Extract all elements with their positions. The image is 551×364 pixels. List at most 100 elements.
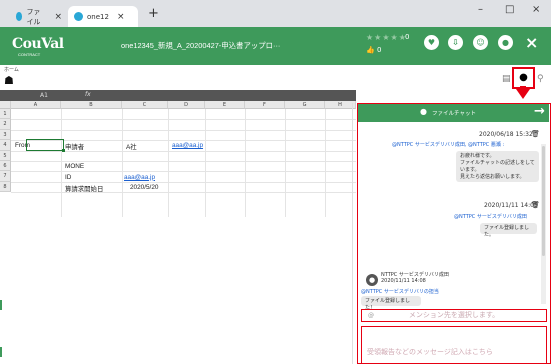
message-line: ファイルチャットの記述しをしています。 — [460, 160, 535, 173]
likes-count[interactable]: 👍 0 — [366, 46, 381, 54]
window-close-button[interactable]: × — [532, 4, 540, 15]
minimize-button[interactable]: – — [478, 4, 483, 15]
at-icon: @ — [368, 312, 374, 319]
column-header-c[interactable]: C — [122, 101, 168, 109]
message-line: 見えたら返信お願いします。 — [460, 174, 525, 180]
row-header[interactable]: 6 — [0, 161, 11, 172]
column-header-b[interactable]: B — [61, 101, 122, 109]
message-mentions[interactable]: @NTTPC サービスデリバリ成田, @NTTPC 悪瀬 : — [392, 141, 504, 148]
row-header[interactable]: 3 — [0, 129, 11, 141]
grid-line — [11, 171, 356, 173]
browser-tab-bar: ファイル × one12 × + – □ × — [0, 0, 551, 27]
app-logo-subtitle: CONTRACT — [18, 52, 41, 57]
home-icon[interactable]: ☗ — [4, 74, 14, 87]
cell-c3[interactable]: A社 — [126, 142, 137, 151]
new-tab-button[interactable]: + — [148, 6, 159, 21]
column-header-g[interactable]: G — [285, 101, 325, 109]
forward-arrow-button[interactable]: → — [534, 104, 545, 119]
grid-line — [325, 109, 326, 217]
row-header[interactable]: 8 — [0, 181, 11, 193]
fill-handle[interactable] — [62, 149, 65, 152]
column-header-a[interactable]: A — [11, 101, 61, 109]
row-header[interactable]: 1 — [0, 109, 11, 120]
message-time: 2020/11/11 14:05 — [484, 202, 538, 209]
avatar: ● — [366, 274, 378, 286]
edge-marker — [0, 347, 2, 357]
callout-arrow — [516, 89, 530, 99]
app-window: { "browser": { "tabs": [ {"label": "ファイル… — [0, 0, 551, 364]
cell-reference[interactable]: A1 — [40, 92, 48, 99]
likes-value: 0 — [376, 46, 382, 54]
cell-b5[interactable]: MONE — [65, 163, 84, 170]
rating-count: 0 — [405, 33, 410, 41]
grid-line — [11, 181, 356, 183]
chat-icon: ● — [519, 72, 528, 83]
search-icon[interactable]: ⚲ — [537, 74, 544, 84]
message-time: 2020/11/11 14:08 — [381, 278, 426, 284]
cell-b3[interactable]: 申請者 — [65, 142, 84, 151]
row-header[interactable]: 5 — [0, 150, 11, 161]
spreadsheet-grid[interactable]: A B C D E F G H 1 2 3 4 5 6 7 8 From 申請者… — [0, 101, 356, 217]
browser-tab-file[interactable]: ファイル × — [10, 6, 68, 27]
corner-header[interactable] — [0, 101, 11, 109]
message-sender: NTTPC サービスデリバリ成田 — [381, 272, 449, 278]
file-chat-panel: ● ファイルチャット → 2020/06/18 15:32 🗑 @NTTPC サ… — [357, 103, 551, 364]
grid-line — [11, 161, 356, 162]
chat-message-list[interactable]: 2020/06/18 15:32 🗑 @NTTPC サービスデリバリ成田, @N… — [358, 122, 549, 311]
fx-icon: fx — [85, 91, 91, 98]
formula-bar[interactable]: A1 fx — [0, 90, 356, 101]
cell-b6[interactable]: ID — [65, 174, 71, 181]
selected-cell-a1[interactable] — [26, 139, 64, 151]
tab-close-icon[interactable]: × — [117, 12, 125, 22]
row-header[interactable]: 4 — [0, 140, 11, 151]
heart-icon[interactable]: ♥ — [424, 35, 439, 50]
message-bubble: ファイル登録しました。 — [480, 223, 537, 238]
cell-c6[interactable]: aaa@aa.jp — [124, 174, 155, 181]
tab-close-icon[interactable]: × — [54, 12, 62, 22]
edge-marker — [0, 300, 2, 310]
grid-line — [205, 109, 206, 217]
message-line: お疲れ様です。 — [460, 153, 495, 159]
tab-label: ファイル — [26, 7, 41, 26]
message-mentions[interactable]: @NTTPC サービスデリバリの担当 — [361, 288, 439, 295]
cell-b7[interactable]: 算請求開始日 — [65, 184, 103, 193]
page-icon[interactable]: ▤ — [502, 74, 511, 84]
chat-panel-header: ● ファイルチャット → — [358, 104, 549, 122]
chat-icon: ● — [420, 107, 427, 116]
close-document-button[interactable]: × — [525, 33, 538, 52]
message-time: 2020/06/18 15:32 — [479, 131, 533, 138]
message-line: ファイル登録しました。 — [484, 225, 530, 238]
rating-stars[interactable]: ★★★★★ — [366, 33, 407, 42]
row-header[interactable]: 7 — [0, 171, 11, 182]
mention-placeholder: メンション先を選択します。 — [408, 311, 500, 319]
message-composer[interactable]: 受領報告などのメッセージ記入はこちら — [361, 326, 547, 363]
app-logo[interactable]: CouVal — [12, 36, 64, 52]
column-header-d[interactable]: D — [168, 101, 205, 109]
row-header[interactable]: 2 — [0, 119, 11, 130]
grid-line — [11, 129, 356, 131]
grid-line — [245, 109, 246, 217]
users-icon[interactable]: ☺ — [473, 35, 488, 50]
cell-d3[interactable]: aaa@aa.jp — [172, 142, 203, 149]
grid-line — [11, 192, 356, 194]
cell-c7[interactable]: 2020/5/20 — [130, 184, 158, 191]
document-title: one12345_新規_A_20200427-申込書アップロ··· — [121, 41, 281, 50]
grid-line — [285, 109, 286, 217]
bell-icon[interactable]: ● — [498, 35, 513, 50]
maximize-button[interactable]: □ — [505, 4, 514, 15]
trash-icon[interactable]: 🗑 — [531, 201, 540, 209]
download-icon[interactable]: ⇩ — [448, 35, 463, 50]
grid-line — [11, 119, 356, 121]
grid-line — [122, 109, 123, 217]
thumbs-up-icon: 👍 — [366, 46, 375, 54]
message-mentions[interactable]: @NTTPC サービスデリバリ成田 — [454, 213, 527, 220]
column-header-f[interactable]: F — [245, 101, 285, 109]
trash-icon[interactable]: 🗑 — [531, 130, 540, 138]
grid-line — [61, 109, 62, 217]
chat-scroll-thumb[interactable] — [542, 146, 545, 256]
chat-panel-title: ファイルチャット — [432, 111, 476, 117]
column-header-e[interactable]: E — [205, 101, 245, 109]
mention-select[interactable]: @ メンション先を選択します。 — [361, 309, 547, 322]
panel-divider — [352, 103, 353, 364]
browser-tab-active[interactable]: one12 × — [68, 6, 138, 27]
